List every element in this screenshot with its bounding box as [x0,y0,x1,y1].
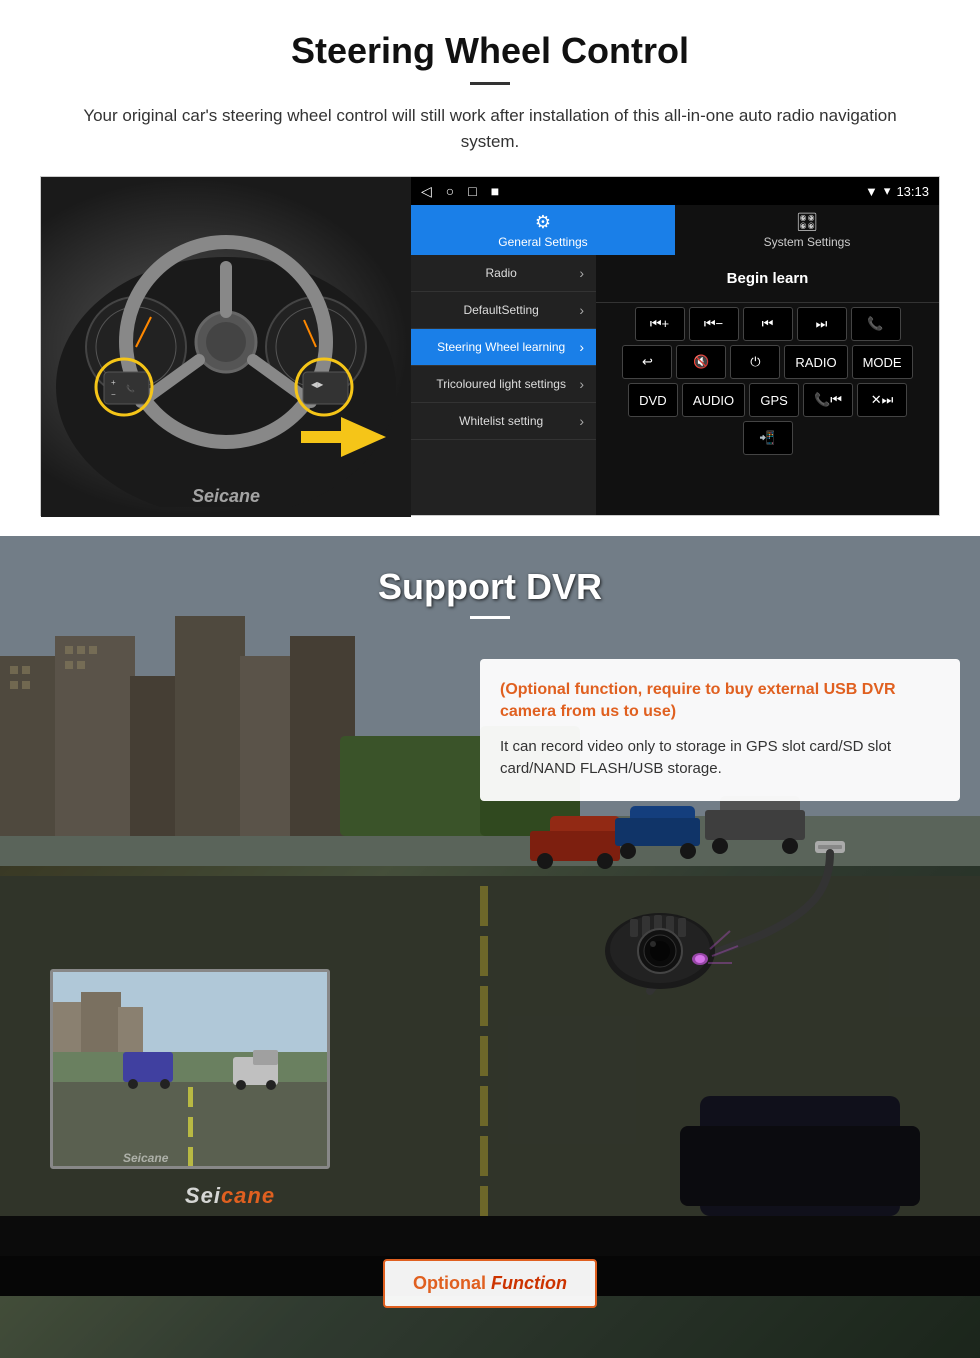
menu-steering-chevron-icon: › [579,339,584,355]
dvr-seicane-logo: Seicane [185,1183,275,1209]
signal-icon: ▼ [865,184,878,199]
android-content: Radio › DefaultSetting › Steering Wheel … [411,255,939,515]
dvr-left-panel: Seicane Seicane [0,649,460,1229]
general-settings-icon: ⚙ [535,212,551,233]
svg-text:Seicane: Seicane [123,1151,169,1165]
dvr-title: Support DVR [378,566,602,608]
ctrl-vol-plus[interactable]: ⏮+ [635,307,685,341]
statusbar-nav: ◁ ○ □ ■ [421,183,499,200]
tab-system-settings[interactable]: 🎛 System Settings [675,205,939,255]
steering-composite: + − 📞 ◀▶ Seicane [40,176,940,516]
dvr-thumb-svg: Seicane [53,972,330,1169]
android-panel: ◁ ○ □ ■ ▼ ▾ 13:13 ⚙ General Settings [411,177,939,515]
ctrl-phone-next[interactable]: ✕⏭ [857,383,907,417]
menu-whitelist-label: Whitelist setting [423,414,579,428]
nav-recent-icon[interactable]: □ [468,183,476,200]
statusbar-right: ▼ ▾ 13:13 [865,183,929,199]
ctrl-radio[interactable]: RADIO [784,345,847,379]
menu-item-steering-wheel[interactable]: Steering Wheel learning › [411,329,596,366]
ctrl-mode[interactable]: MODE [852,345,913,379]
menu-item-whitelist[interactable]: Whitelist setting › [411,403,596,440]
dvr-right-panel: (Optional function, require to buy exter… [460,649,980,1041]
begin-learn-area: Begin learn [596,255,939,303]
dvr-title-area: Support DVR [378,536,602,629]
optional-label: Optional [413,1273,486,1293]
dvr-description-text: It can record video only to storage in G… [500,736,940,781]
ctrl-prev-track[interactable]: ⏮ [743,307,793,341]
title-divider [470,82,510,85]
svg-text:+: + [111,378,116,387]
menu-tricoloured-chevron-icon: › [579,376,584,392]
ctrl-extra[interactable]: 📲 [743,421,793,455]
ctrl-vol-minus[interactable]: ⏮− [689,307,739,341]
menu-radio-label: Radio [423,266,579,280]
dvr-title-divider [470,616,510,619]
menu-tricoloured-label: Tricoloured light settings [423,377,579,391]
tab-system-label: System Settings [764,235,851,249]
ctrl-mute[interactable]: 🔇 [676,345,726,379]
ctrl-next-track[interactable]: ⏭ [797,307,847,341]
dvr-optional-text: (Optional function, require to buy exter… [500,679,940,724]
dvr-section: Support DVR [0,536,980,1358]
control-row-1: ⏮+ ⏮− ⏮ ⏭ 📞 [600,307,935,341]
menu-item-tricoloured[interactable]: Tricoloured light settings › [411,366,596,403]
nav-home-icon[interactable]: ○ [446,183,454,200]
dvr-camera-svg [570,831,870,1011]
dvr-bottom-area: Optional Function [0,1249,980,1358]
ctrl-dvd[interactable]: DVD [628,383,678,417]
dvr-content: Support DVR [0,536,980,1358]
svg-text:−: − [111,390,116,399]
ctrl-phone-prev[interactable]: 📞⏮ [803,383,853,417]
dvr-info-box: (Optional function, require to buy exter… [480,659,960,801]
menu-item-default-setting[interactable]: DefaultSetting › [411,292,596,329]
dvr-camera-thumbnail: Seicane [50,969,330,1169]
begin-learn-button[interactable]: Begin learn [727,270,809,287]
svg-text:◀▶: ◀▶ [311,380,324,389]
seicane-watermark: Seicane [192,486,260,507]
svg-text:📞: 📞 [126,384,135,393]
ctrl-hangup[interactable]: ↩ [622,345,672,379]
dvr-main-content: Seicane Seicane (Optional function, requ… [0,629,980,1249]
optional-function-text: Optional Function [413,1273,567,1293]
android-tabs: ⚙ General Settings 🎛 System Settings [411,205,939,255]
function-label: Function [491,1273,567,1293]
ctrl-audio[interactable]: AUDIO [682,383,745,417]
steering-photo-inner: + − 📞 ◀▶ Seicane [41,177,411,517]
page-title: Steering Wheel Control [40,30,940,72]
android-right-panel: Begin learn ⏮+ ⏮− ⏮ ⏭ 📞 ↩ [596,255,939,515]
steering-section: Steering Wheel Control Your original car… [0,0,980,536]
ctrl-phone[interactable]: 📞 [851,307,901,341]
section-description: Your original car's steering wheel contr… [60,103,920,154]
menu-default-chevron-icon: › [579,302,584,318]
nav-menu-icon[interactable]: ■ [491,183,499,200]
menu-default-label: DefaultSetting [423,303,579,317]
system-settings-icon: 🎛 [796,212,819,233]
menu-steering-label: Steering Wheel learning [423,340,579,354]
control-row-2: ↩ 🔇 ⏻ RADIO MODE [600,345,935,379]
ctrl-gps[interactable]: GPS [749,383,799,417]
steering-photo: + − 📞 ◀▶ Seicane [41,177,411,517]
nav-back-icon[interactable]: ◁ [421,183,432,200]
control-row-3: DVD AUDIO GPS 📞⏮ ✕⏭ [600,383,935,417]
time-display: 13:13 [896,184,929,199]
ctrl-power[interactable]: ⏻ [730,345,780,379]
wifi-icon: ▾ [884,183,891,199]
tab-general-label: General Settings [498,235,587,249]
android-statusbar: ◁ ○ □ ■ ▼ ▾ 13:13 [411,177,939,205]
menu-whitelist-chevron-icon: › [579,413,584,429]
control-grid: ⏮+ ⏮− ⏮ ⏭ 📞 ↩ 🔇 ⏻ RADIO MODE [596,303,939,515]
control-row-4: 📲 [600,421,935,455]
tab-general-settings[interactable]: ⚙ General Settings [411,205,675,255]
android-menu: Radio › DefaultSetting › Steering Wheel … [411,255,596,515]
steering-wheel-svg: + − 📞 ◀▶ [56,187,396,507]
menu-item-radio[interactable]: Radio › [411,255,596,292]
menu-radio-chevron-icon: › [579,265,584,281]
dvr-camera-device [480,821,960,1021]
optional-function-badge: Optional Function [383,1259,597,1308]
